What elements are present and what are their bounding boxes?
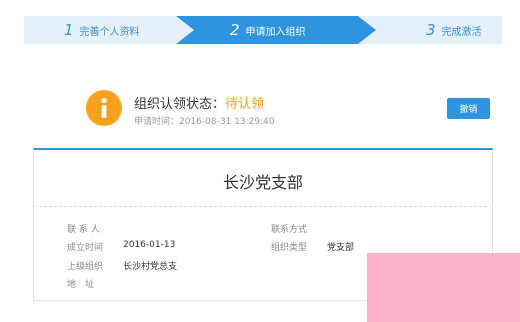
info-icon — [86, 90, 122, 126]
founded-label: 成立时间 — [67, 243, 104, 253]
revoke-button[interactable]: 撤销 — [447, 98, 490, 119]
claim-status-label: 组织认领状态： — [134, 97, 226, 112]
step-1-label: 完善个人资料 — [79, 26, 140, 38]
founded-value: 2016-01-13 — [123, 240, 176, 250]
step-1: 1 完善个人资料 — [24, 16, 194, 44]
step-1-number: 1 — [64, 21, 74, 39]
step-progress-bar: 1 完善个人资料 3 完成激活 2 申请加入组织 — [24, 16, 502, 44]
step-2-number: 2 — [230, 21, 240, 39]
card-divider — [34, 206, 492, 207]
step-3-label: 完成激活 — [441, 26, 482, 38]
org-type-value: 党支部 — [327, 243, 355, 253]
claim-status-value: 待认领 — [225, 97, 265, 112]
pink-overlay-block — [367, 253, 520, 322]
organization-name: 长沙党支部 — [222, 173, 303, 192]
info-glyph — [101, 97, 107, 118]
contact-method-label: 联系方式 — [271, 225, 308, 235]
contact-label: 联 系 人 — [67, 225, 100, 235]
address-label: 地 址 — [67, 280, 95, 290]
step-3: 3 完成激活 — [358, 16, 502, 44]
parent-org-label: 上级组织 — [67, 262, 104, 272]
step-2-active: 2 申请加入组织 — [176, 16, 376, 44]
org-type-label: 组织类型 — [271, 243, 308, 253]
step-2-label: 申请加入组织 — [245, 26, 306, 38]
parent-org-value: 长沙村党总支 — [123, 262, 178, 272]
claim-status: 组织认领状态：待认领 — [134, 93, 264, 112]
apply-time: 申请时间：2016-08-31 13:29:40 — [134, 117, 275, 127]
step-3-number: 3 — [426, 21, 436, 39]
